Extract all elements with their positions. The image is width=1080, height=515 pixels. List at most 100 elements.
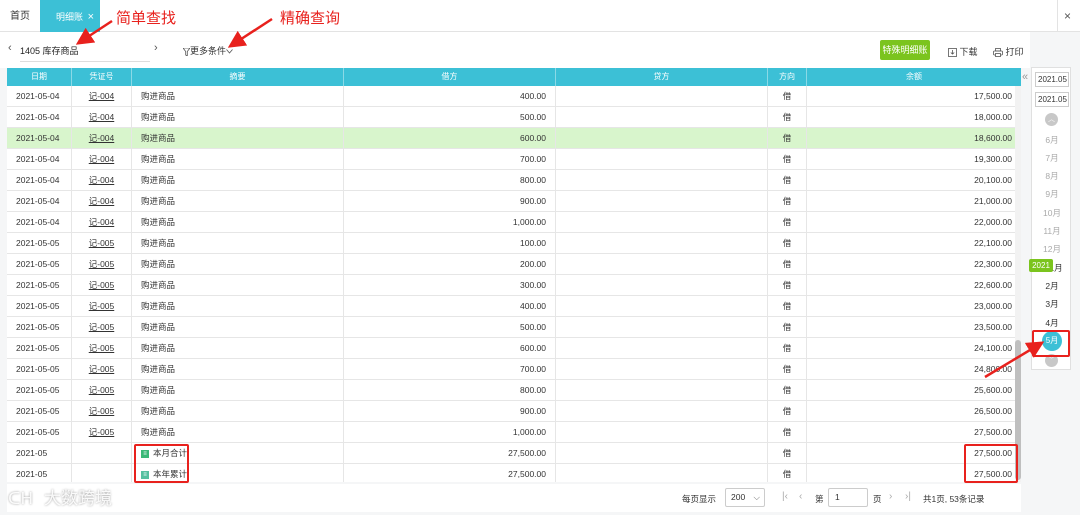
- cell-balance: 19,300.00: [807, 149, 1021, 170]
- table-row[interactable]: 2021-05-05 记-005 购进商品 500.00 借 23,500.00: [7, 317, 1021, 338]
- cell-credit: [556, 380, 768, 401]
- cell-voucher[interactable]: 记-004: [72, 212, 132, 233]
- cell-credit: [556, 212, 768, 233]
- cell-debit: 200.00: [344, 254, 556, 275]
- cell-voucher[interactable]: 记-005: [72, 422, 132, 443]
- month-item[interactable]: 6月: [1032, 134, 1072, 146]
- table-row[interactable]: 2021-05-04 记-004 购进商品 700.00 借 19,300.00: [7, 149, 1021, 170]
- date-panel: 2021.05 2021.05 ︿ 6月 7月 8月 9月 10月 11月 12…: [1029, 67, 1072, 370]
- cell-date-text: 2021-05-05: [16, 364, 60, 374]
- prev-page-icon[interactable]: ‹: [799, 491, 802, 502]
- page-number-input[interactable]: 1: [828, 488, 868, 507]
- page-suffix-label: 页: [873, 494, 882, 504]
- month-item[interactable]: 12月: [1032, 243, 1072, 255]
- cell-voucher[interactable]: 记-004: [72, 86, 132, 107]
- next-page-icon[interactable]: ›: [889, 491, 892, 502]
- table-header: 日期 凭证号 摘要 借方 贷方 方向 余额: [7, 68, 1021, 86]
- watermark-text: 大数跨境: [44, 489, 112, 509]
- tab-home[interactable]: 首页: [0, 0, 40, 32]
- first-page-icon[interactable]: |‹: [782, 491, 788, 502]
- cell-date: 2021-05-04: [7, 212, 72, 233]
- month-item[interactable]: 7月: [1032, 152, 1072, 164]
- cell-voucher[interactable]: 记-004: [72, 107, 132, 128]
- col-debit-header[interactable]: 借方: [344, 68, 556, 86]
- month-item[interactable]: 11月: [1032, 225, 1072, 237]
- table-row[interactable]: 2021-05-05 记-005 购进商品 600.00 借 24,100.00: [7, 338, 1021, 359]
- table-row[interactable]: 2021-05-04 记-004 购进商品 1,000.00 借 22,000.00: [7, 212, 1021, 233]
- month-item[interactable]: 3月: [1032, 298, 1072, 310]
- print-button[interactable]: 打印: [993, 45, 1024, 58]
- cell-voucher[interactable]: 记-005: [72, 254, 132, 275]
- per-page-select[interactable]: 200 ⌵: [725, 488, 765, 507]
- cell-balance: 23,500.00: [807, 317, 1021, 338]
- table-row[interactable]: 2021-05-05 记-005 购进商品 900.00 借 26,500.00: [7, 401, 1021, 422]
- table-row[interactable]: 2021-05-05 记-005 购进商品 800.00 借 25,600.00: [7, 380, 1021, 401]
- col-date-header[interactable]: 日期: [7, 68, 72, 86]
- table-row[interactable]: 2021-05-04 记-004 购进商品 800.00 借 20,100.00: [7, 170, 1021, 191]
- chevron-right-icon[interactable]: ›: [154, 42, 158, 54]
- col-balance-header[interactable]: 余额: [807, 68, 1021, 86]
- cell-voucher[interactable]: 记-005: [72, 401, 132, 422]
- col-credit-header[interactable]: 贷方: [556, 68, 768, 86]
- cell-direction: 借: [768, 464, 807, 482]
- table-row[interactable]: 2021-05-05 记-005 购进商品 100.00 借 22,100.00: [7, 233, 1021, 254]
- month-item[interactable]: 10月: [1032, 207, 1072, 219]
- cell-voucher[interactable]: 记-005: [72, 233, 132, 254]
- cell-debit: 800.00: [344, 380, 556, 401]
- month-item[interactable]: 4月: [1032, 317, 1072, 329]
- cell-date: 2021-05: [7, 443, 72, 464]
- cell-voucher[interactable]: 记-004: [72, 149, 132, 170]
- month-item[interactable]: 8月: [1032, 170, 1072, 182]
- cell-voucher[interactable]: 记-004: [72, 128, 132, 149]
- cell-voucher[interactable]: 记-005: [72, 380, 132, 401]
- month-item[interactable]: 9月: [1032, 188, 1072, 200]
- table-row[interactable]: 2021-05-05 记-005 购进商品 1,000.00 借 27,500.00: [7, 422, 1021, 443]
- col-summary-header[interactable]: 摘要: [132, 68, 344, 86]
- cell-voucher[interactable]: 记-005: [72, 338, 132, 359]
- table-row[interactable]: 2021-05-04 记-004 购进商品 500.00 借 18,000.00: [7, 107, 1021, 128]
- cell-date: 2021-05-04: [7, 149, 72, 170]
- cell-balance: 18,000.00: [807, 107, 1021, 128]
- cell-summary-text: 购进商品: [141, 322, 176, 332]
- cell-voucher[interactable]: 记-004: [72, 191, 132, 212]
- account-selector[interactable]: 1405 库存商品: [20, 44, 150, 62]
- cell-summary-text: 购进商品: [141, 280, 176, 290]
- collapse-panel-icon[interactable]: «: [1022, 71, 1028, 83]
- cell-debit-text: 600.00: [520, 133, 546, 143]
- cell-voucher[interactable]: 记-005: [72, 359, 132, 380]
- table-row[interactable]: 2021-05-05 记-005 购进商品 300.00 借 22,600.00: [7, 275, 1021, 296]
- cell-date: 2021-05-04: [7, 128, 72, 149]
- special-detail-button[interactable]: 特殊明细账: [880, 40, 930, 60]
- cell-debit-text: 27,500.00: [508, 448, 546, 458]
- cell-date-text: 2021-05-04: [16, 133, 60, 143]
- chevron-left-icon[interactable]: ‹: [8, 42, 12, 54]
- month-item[interactable]: 2月: [1032, 280, 1072, 292]
- col-voucher-header[interactable]: 凭证号: [72, 68, 132, 86]
- more-conditions-button[interactable]: 更多条件: [182, 44, 233, 57]
- cell-voucher[interactable]: 记-005: [72, 275, 132, 296]
- cell-voucher[interactable]: 记-005: [72, 317, 132, 338]
- tab-ledger-label: 明细账: [56, 12, 84, 22]
- close-icon[interactable]: ×: [88, 0, 94, 34]
- cell-credit: [556, 275, 768, 296]
- cell-summary-text: 购进商品: [141, 133, 176, 143]
- table-row[interactable]: 2021-05-04 记-004 购进商品 600.00 借 18,600.00: [7, 128, 1021, 149]
- close-all-icon[interactable]: ×: [1064, 0, 1071, 32]
- table-row[interactable]: 2021-05-05 记-005 购进商品 400.00 借 23,000.00: [7, 296, 1021, 317]
- table-row[interactable]: 2021-05-05 记-005 购进商品 700.00 借 24,800.00: [7, 359, 1021, 380]
- vertical-scrollbar[interactable]: [1015, 86, 1021, 482]
- chevron-up-icon[interactable]: ︿: [1045, 113, 1058, 126]
- cell-voucher[interactable]: 记-005: [72, 296, 132, 317]
- tab-ledger[interactable]: 明细账 ×: [40, 0, 100, 32]
- cell-voucher[interactable]: 记-004: [72, 170, 132, 191]
- table-row[interactable]: 2021-05-04 记-004 购进商品 400.00 借 17,500.00: [7, 86, 1021, 107]
- table-row[interactable]: 2021-05-04 记-004 购进商品 900.00 借 21,000.00: [7, 191, 1021, 212]
- col-direction-header[interactable]: 方向: [768, 68, 807, 86]
- cell-balance-text: 23,000.00: [974, 301, 1012, 311]
- start-period-input[interactable]: 2021.05: [1035, 72, 1069, 87]
- last-page-icon[interactable]: ›|: [905, 491, 911, 502]
- cell-summary: 购进商品: [132, 422, 344, 443]
- table-row[interactable]: 2021-05-05 记-005 购进商品 200.00 借 22,300.00: [7, 254, 1021, 275]
- end-period-input[interactable]: 2021.05: [1035, 92, 1069, 107]
- download-button[interactable]: 下载: [948, 45, 978, 58]
